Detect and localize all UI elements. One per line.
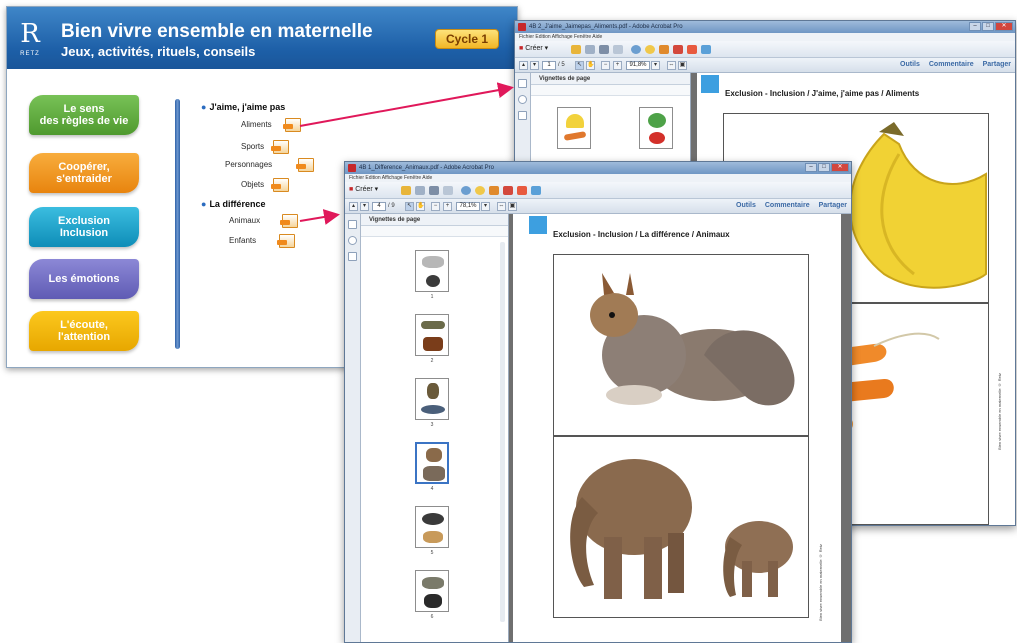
arrow-to-aliments-pdf [299,82,514,127]
arrow-to-animaux-pdf [299,209,340,225]
annotation-arrows [299,82,514,225]
